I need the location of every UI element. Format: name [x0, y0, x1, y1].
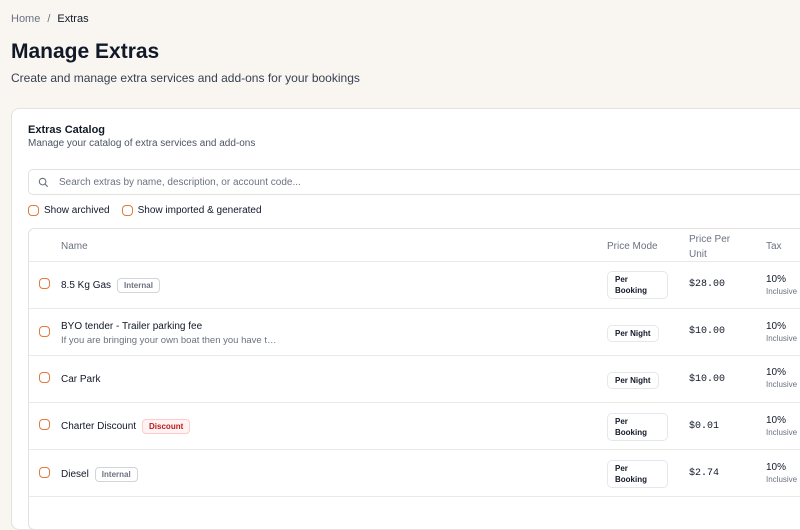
row-tax-rate: 10% — [766, 274, 787, 285]
discount-badge: Discount — [142, 419, 191, 434]
row-select-checkbox[interactable] — [39, 419, 50, 430]
row-name-cell: BYO tender - Trailer parking fee — [61, 321, 202, 332]
row-name-cell: 8.5 Kg Gas Internal — [61, 278, 160, 293]
column-header-price-mode[interactable]: Price Mode — [607, 239, 658, 254]
breadcrumb-separator: / — [47, 13, 51, 25]
internal-badge: Internal — [94, 467, 138, 482]
row-select-checkbox[interactable] — [39, 278, 50, 289]
search-icon — [38, 177, 49, 187]
show-imported-checkbox[interactable] — [121, 205, 133, 216]
row-name-cell: Diesel Internal — [61, 467, 138, 482]
table-row[interactable]: BYO tender - Trailer parking fee If you … — [29, 308, 800, 356]
row-price: $28.00 — [689, 279, 726, 290]
price-mode-badge: Per Booking — [607, 460, 668, 488]
row-tax-note: Inclusive — [766, 380, 798, 389]
catalog-description: Manage your catalog of extra services an… — [28, 138, 256, 149]
row-name: BYO tender - Trailer parking fee — [61, 321, 203, 332]
row-name: Charter Discount — [61, 421, 137, 432]
row-name-cell: Car Park — [61, 374, 100, 385]
show-imported-filter[interactable]: Show imported & generated — [121, 205, 262, 216]
row-name-cell: Charter Discount Discount — [61, 419, 191, 434]
row-tax-note: Inclusive — [766, 287, 798, 296]
row-tax: 10% Inclusive — [766, 274, 797, 298]
row-select-checkbox[interactable] — [39, 467, 50, 478]
row-tax-note: Inclusive — [766, 428, 798, 437]
row-tax-rate: 10% — [766, 462, 787, 473]
row-tax-rate: 10% — [766, 367, 787, 378]
row-tax: 10% Inclusive — [766, 321, 797, 345]
internal-badge: Internal — [117, 278, 160, 293]
row-price: $2.74 — [689, 468, 720, 479]
breadcrumb-current: Extras — [57, 13, 89, 25]
extras-table: Name Price Mode Price Per Unit Tax 8.5 K… — [28, 228, 800, 530]
row-tax-note: Inclusive — [766, 334, 798, 343]
row-price: $10.00 — [689, 326, 726, 337]
row-tax: 10% Inclusive — [766, 462, 797, 486]
row-name: Diesel — [61, 469, 89, 480]
filter-bar: Show archived Show imported & generated — [28, 205, 262, 216]
catalog-title: Extras Catalog — [28, 124, 106, 136]
search-input[interactable] — [57, 175, 661, 189]
table-row[interactable]: Charter Discount Discount Per Booking $0… — [29, 402, 800, 450]
price-mode-badge: Per Booking — [607, 271, 668, 299]
breadcrumb-home-link[interactable]: Home — [11, 13, 40, 25]
row-select-checkbox[interactable] — [39, 326, 50, 337]
show-imported-label: Show imported & generated — [137, 205, 262, 216]
row-tax: 10% Inclusive — [766, 367, 797, 391]
price-mode-badge: Per Booking — [607, 413, 668, 441]
table-row[interactable]: Car Park Per Night $10.00 10% Inclusive — [29, 355, 800, 403]
breadcrumb: Home / Extras — [11, 13, 89, 25]
show-archived-label: Show archived — [44, 205, 110, 216]
price-mode-badge: Per Night — [607, 325, 659, 342]
row-name: Car Park — [61, 374, 101, 385]
column-header-price-per-unit[interactable]: Price Per Unit — [689, 232, 735, 262]
row-name: 8.5 Kg Gas — [61, 280, 112, 291]
page-subtitle: Create and manage extra services and add… — [11, 71, 360, 85]
search-box — [28, 169, 800, 195]
row-tax: 10% Inclusive — [766, 415, 797, 439]
table-row[interactable]: 8.5 Kg Gas Internal Per Booking $28.00 1… — [29, 261, 800, 309]
price-mode-badge: Per Night — [607, 372, 659, 389]
show-archived-checkbox[interactable] — [28, 205, 39, 216]
row-description: If you are bringing your own boat then y… — [61, 335, 277, 346]
show-archived-filter[interactable]: Show archived — [28, 205, 110, 216]
table-row[interactable] — [29, 496, 800, 530]
row-tax-rate: 10% — [766, 321, 787, 332]
row-select-checkbox[interactable] — [39, 372, 50, 383]
column-header-name[interactable]: Name — [61, 239, 88, 254]
row-price: $10.00 — [689, 374, 726, 385]
row-price: $0.01 — [689, 421, 720, 432]
row-tax-note: Inclusive — [766, 475, 798, 484]
column-header-tax[interactable]: Tax — [766, 239, 782, 254]
extras-catalog-card: Extras Catalog Manage your catalog of ex… — [11, 108, 800, 530]
page-title: Manage Extras — [11, 40, 160, 63]
table-row[interactable]: Diesel Internal Per Booking $2.74 10% In… — [29, 449, 800, 497]
row-tax-rate: 10% — [766, 415, 787, 426]
